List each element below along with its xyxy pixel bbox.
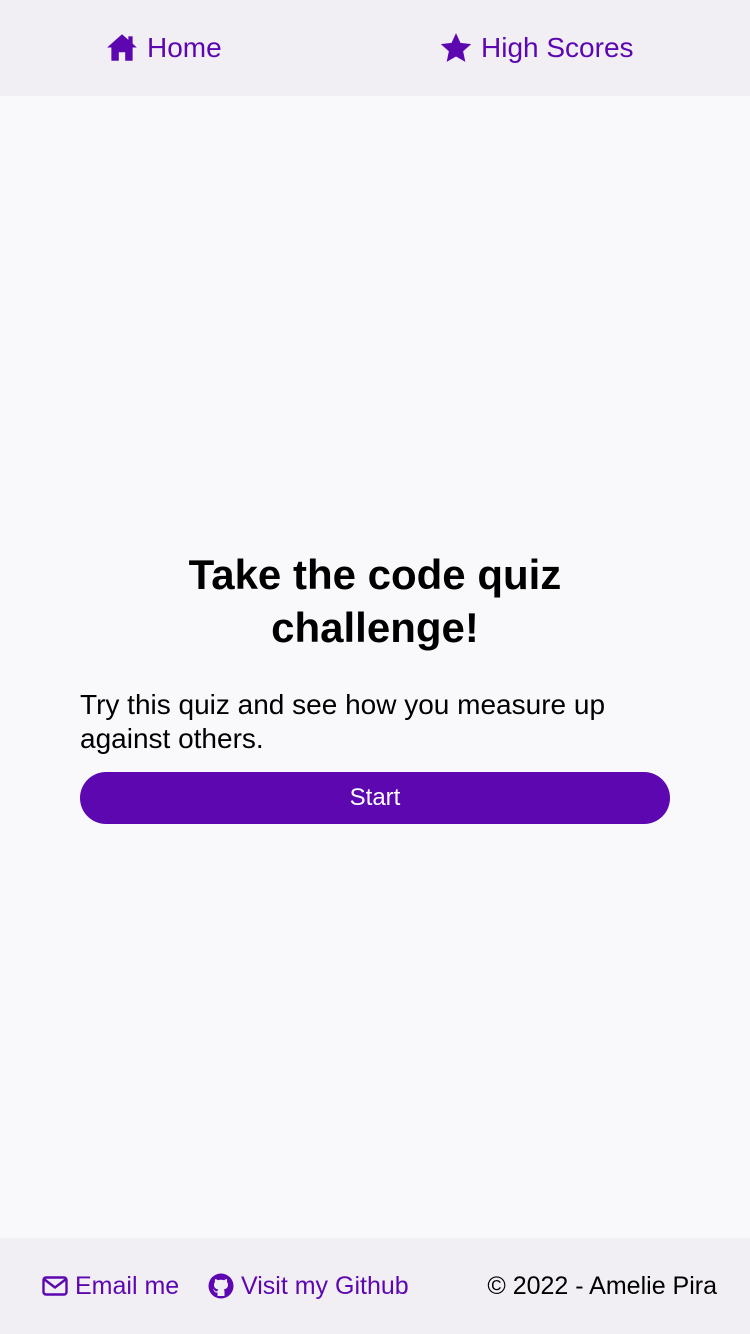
github-icon — [207, 1272, 235, 1300]
star-icon — [439, 31, 473, 65]
nav-high-scores-link[interactable]: High Scores — [439, 0, 634, 96]
main-content: Take the code quiz challenge! Try this q… — [0, 96, 750, 1238]
home-icon — [105, 31, 139, 65]
nav-high-scores-label: High Scores — [481, 32, 634, 63]
github-link-label: Visit my Github — [241, 1271, 409, 1300]
github-link[interactable]: Visit my Github — [207, 1238, 409, 1334]
email-link-label: Email me — [75, 1271, 180, 1300]
footer: Email me Visit my Github © 2022 - Amelie… — [0, 1238, 750, 1334]
nav-home-label: Home — [147, 32, 222, 63]
email-link[interactable]: Email me — [41, 1238, 179, 1334]
intro-text: Try this quiz and see how you measure up… — [80, 689, 606, 754]
top-navigation: Home High Scores — [0, 0, 750, 96]
page-title: Take the code quiz challenge! — [188, 551, 562, 651]
nav-home-link[interactable]: Home — [105, 0, 222, 96]
start-button[interactable]: Start — [80, 772, 670, 824]
envelope-icon — [41, 1272, 69, 1300]
copyright-text: © 2022 - Amelie Pira — [487, 1271, 717, 1300]
page: Home High Scores Take the code quiz chal… — [0, 0, 750, 1334]
